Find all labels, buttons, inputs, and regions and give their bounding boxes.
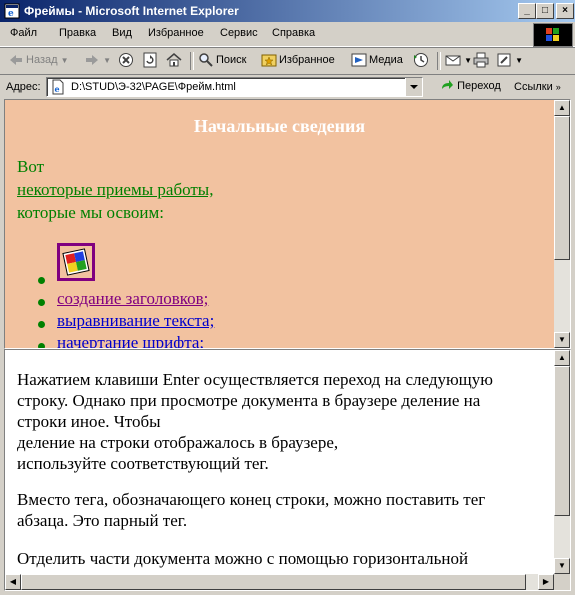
scroll-left-button[interactable]: ◀ xyxy=(5,574,21,590)
intro-text-2: которые мы освоим: xyxy=(17,203,164,222)
bottom-frame-content: Нажатием клавиши Enter осуществляется пе… xyxy=(5,350,554,574)
back-arrow-icon xyxy=(8,52,24,68)
section-heading: Начальные сведения xyxy=(193,116,366,136)
address-bar: Адрес: e D:\STUD\Э-32\PAGE\Фрейм.html Пе… xyxy=(0,74,575,99)
list-link-font-style[interactable]: начертание шрифта; xyxy=(57,333,204,348)
home-button[interactable] xyxy=(166,52,182,70)
print-button[interactable] xyxy=(473,52,489,70)
body-text-line: используйте соответствующий тег. xyxy=(17,454,269,473)
scroll-down-button[interactable]: ▼ xyxy=(554,332,570,348)
menu-file[interactable]: Файл xyxy=(10,27,37,39)
body-text-line: Отделить части документа можно с помощью… xyxy=(17,549,469,568)
edit-dropdown-icon: ▼ xyxy=(515,55,523,65)
scroll-right-button[interactable]: ▶ xyxy=(538,574,554,590)
windows-logo-icon xyxy=(533,23,573,47)
body-text-line: деление на строки отображалось в браузер… xyxy=(17,433,339,452)
edit-icon xyxy=(496,52,512,68)
menu-help[interactable]: Справка xyxy=(272,27,315,39)
favorites-icon xyxy=(261,52,277,68)
list-bullet xyxy=(38,343,45,348)
top-frame-vertical-scrollbar[interactable]: ▲ ▼ xyxy=(554,100,570,348)
list-bullet xyxy=(38,321,45,328)
svg-text:e: e xyxy=(8,9,14,19)
puzzle-image xyxy=(57,243,95,281)
toolbar-separator xyxy=(190,52,194,70)
media-button[interactable]: Медиа xyxy=(351,52,403,70)
scroll-up-button[interactable]: ▲ xyxy=(554,100,570,116)
go-button[interactable]: Переход xyxy=(440,79,501,93)
refresh-icon xyxy=(142,52,158,68)
mail-icon xyxy=(445,52,461,68)
list-link-headings[interactable]: создание заголовков; xyxy=(57,289,208,309)
svg-text:e: e xyxy=(55,84,60,94)
bottom-frame: Нажатием клавиши Enter осуществляется пе… xyxy=(4,349,571,591)
window-title: Фреймы - Microsoft Internet Explorer xyxy=(24,4,239,18)
list-link-alignment[interactable]: выравнивание текста; xyxy=(57,311,214,331)
top-frame-content: Начальные сведения Вот некоторые приемы … xyxy=(5,100,554,348)
menu-favorites[interactable]: Избранное xyxy=(148,27,204,39)
scroll-thumb[interactable] xyxy=(21,574,526,590)
mail-dropdown-icon: ▼ xyxy=(464,55,472,65)
menu-view[interactable]: Вид xyxy=(112,27,132,39)
body-text-line: Нажатием клавиши Enter осуществляется пе… xyxy=(17,370,493,389)
address-value: D:\STUD\Э-32\PAGE\Фрейм.html xyxy=(71,81,236,93)
scrollbar-corner xyxy=(554,574,570,590)
minimize-button[interactable]: _ xyxy=(518,3,536,19)
maximize-button[interactable]: □ xyxy=(536,3,554,19)
close-button[interactable]: × xyxy=(556,3,574,19)
bottom-frame-vertical-scrollbar[interactable]: ▲ ▼ xyxy=(554,350,570,574)
scroll-thumb[interactable] xyxy=(554,366,570,516)
forward-button[interactable]: ▼ xyxy=(84,52,111,70)
media-icon xyxy=(351,52,367,68)
scroll-up-button[interactable]: ▲ xyxy=(554,350,570,366)
stop-button[interactable] xyxy=(118,52,134,70)
edit-button[interactable]: ▼ xyxy=(496,52,523,70)
history-icon xyxy=(413,52,429,68)
home-icon xyxy=(166,52,182,68)
title-bar[interactable]: e Фреймы - Microsoft Internet Explorer _… xyxy=(0,0,575,22)
page-icon: e xyxy=(50,79,66,95)
forward-arrow-icon xyxy=(84,52,100,68)
history-button[interactable] xyxy=(413,52,429,70)
links-chevron-icon: » xyxy=(555,82,561,92)
standard-toolbar: Назад ▼ ▼ Поиск Избранное Медиа ▼ ▼ xyxy=(0,47,575,75)
favorites-button[interactable]: Избранное xyxy=(261,52,335,70)
toolbar-separator xyxy=(437,52,441,70)
print-icon xyxy=(473,52,489,68)
forward-dropdown-icon: ▼ xyxy=(103,55,111,65)
list-bullet xyxy=(38,277,45,284)
back-dropdown-icon: ▼ xyxy=(60,55,69,65)
refresh-button[interactable] xyxy=(142,52,158,70)
menu-edit[interactable]: Правка xyxy=(59,27,96,39)
ie-app-icon: e xyxy=(4,3,20,19)
links-button[interactable]: Ссылки » xyxy=(514,81,561,93)
back-button[interactable]: Назад ▼ xyxy=(8,52,69,70)
menu-tools[interactable]: Сервис xyxy=(220,27,258,39)
search-button[interactable]: Поиск xyxy=(198,52,246,70)
search-icon xyxy=(198,52,214,68)
menu-bar: Файл Правка Вид Избранное Сервис Справка xyxy=(0,22,575,47)
scroll-thumb[interactable] xyxy=(554,116,570,260)
browser-window: e Фреймы - Microsoft Internet Explorer _… xyxy=(0,0,575,595)
list-bullet xyxy=(38,299,45,306)
mail-button[interactable]: ▼ xyxy=(445,52,472,70)
address-input[interactable]: e D:\STUD\Э-32\PAGE\Фрейм.html xyxy=(46,77,423,97)
intro-text-1: Вот xyxy=(17,157,45,176)
body-text-line: Вместо тега, обозначающего конец строки,… xyxy=(17,490,486,509)
body-text-line: строку. Однако при просмотре документа в… xyxy=(17,391,481,410)
scroll-down-button[interactable]: ▼ xyxy=(554,558,570,574)
address-dropdown-button[interactable] xyxy=(405,78,422,96)
stop-icon xyxy=(118,52,134,68)
body-text-line: абзаца. Это парный тег. xyxy=(17,511,188,530)
top-frame: Начальные сведения Вот некоторые приемы … xyxy=(4,99,571,349)
address-label: Адрес: xyxy=(6,81,41,93)
body-text-line: строки иное. Чтобы xyxy=(17,412,161,431)
intro-link[interactable]: некоторые приемы работы, xyxy=(17,180,213,200)
go-arrow-icon xyxy=(440,80,454,92)
bottom-frame-horizontal-scrollbar[interactable]: ◀ ▶ xyxy=(5,574,554,590)
